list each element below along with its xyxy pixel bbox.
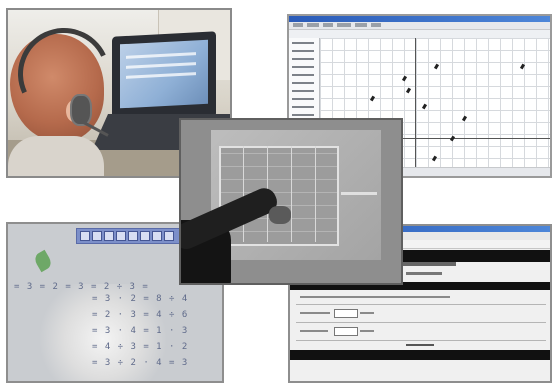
text-line [300, 296, 450, 298]
tool-icon[interactable] [116, 231, 126, 241]
y-axis [415, 38, 416, 168]
projected-table [219, 146, 339, 246]
list-item[interactable] [292, 114, 314, 116]
equation-line: = 4 ÷ 3 = 1 · 2 [92, 342, 189, 352]
footer-bar [290, 350, 550, 360]
equation-line: = 3 · 2 = 8 ÷ 4 [92, 294, 189, 304]
menu-item[interactable] [307, 23, 319, 27]
menu-item[interactable] [371, 23, 381, 27]
tool-icon[interactable] [164, 231, 174, 241]
field-label [360, 312, 374, 314]
divider [296, 340, 546, 341]
tool-icon[interactable] [92, 231, 102, 241]
answer-field[interactable] [334, 309, 358, 318]
list-item[interactable] [292, 82, 314, 84]
handwritten-note [341, 192, 377, 195]
divider [296, 322, 546, 323]
list-item[interactable] [292, 98, 314, 100]
equation-line: = 3 · 4 = 1 · 3 [92, 326, 189, 336]
equation-line: = 2 · 3 = 4 ÷ 6 [92, 310, 189, 320]
list-item[interactable] [292, 74, 314, 76]
page-subheading [406, 272, 442, 275]
menu-item[interactable] [355, 23, 367, 27]
student-shirt [8, 136, 104, 176]
equation-line: = 3 ÷ 2 · 4 = 3 [92, 358, 189, 368]
divider [296, 304, 546, 305]
tool-icon[interactable] [128, 231, 138, 241]
field-label [300, 312, 330, 314]
equation-line: = 3 = 2 = 3 = 2 ÷ 3 = [14, 282, 149, 292]
submit-button[interactable] [406, 344, 434, 346]
teacher-pointing-photo [179, 118, 403, 285]
field-label [300, 330, 328, 332]
menu-bar [289, 22, 550, 30]
list-item[interactable] [292, 106, 314, 108]
list-item[interactable] [292, 90, 314, 92]
list-item[interactable] [292, 42, 314, 44]
teacher-hand [269, 206, 291, 224]
tool-icon[interactable] [152, 231, 162, 241]
tool-icon[interactable] [104, 231, 114, 241]
table-column-line [243, 146, 244, 242]
menu-item[interactable] [337, 23, 351, 27]
list-item[interactable] [292, 66, 314, 68]
table-column-line [291, 146, 292, 242]
list-item[interactable] [292, 58, 314, 60]
menu-item[interactable] [323, 23, 333, 27]
list-item[interactable] [292, 50, 314, 52]
tool-icon[interactable] [80, 231, 90, 241]
tool-icon[interactable] [140, 231, 150, 241]
table-column-line [315, 146, 316, 242]
menu-item[interactable] [293, 23, 303, 27]
answer-field[interactable] [334, 327, 358, 336]
leaf-icon [32, 249, 54, 273]
field-label [360, 330, 374, 332]
